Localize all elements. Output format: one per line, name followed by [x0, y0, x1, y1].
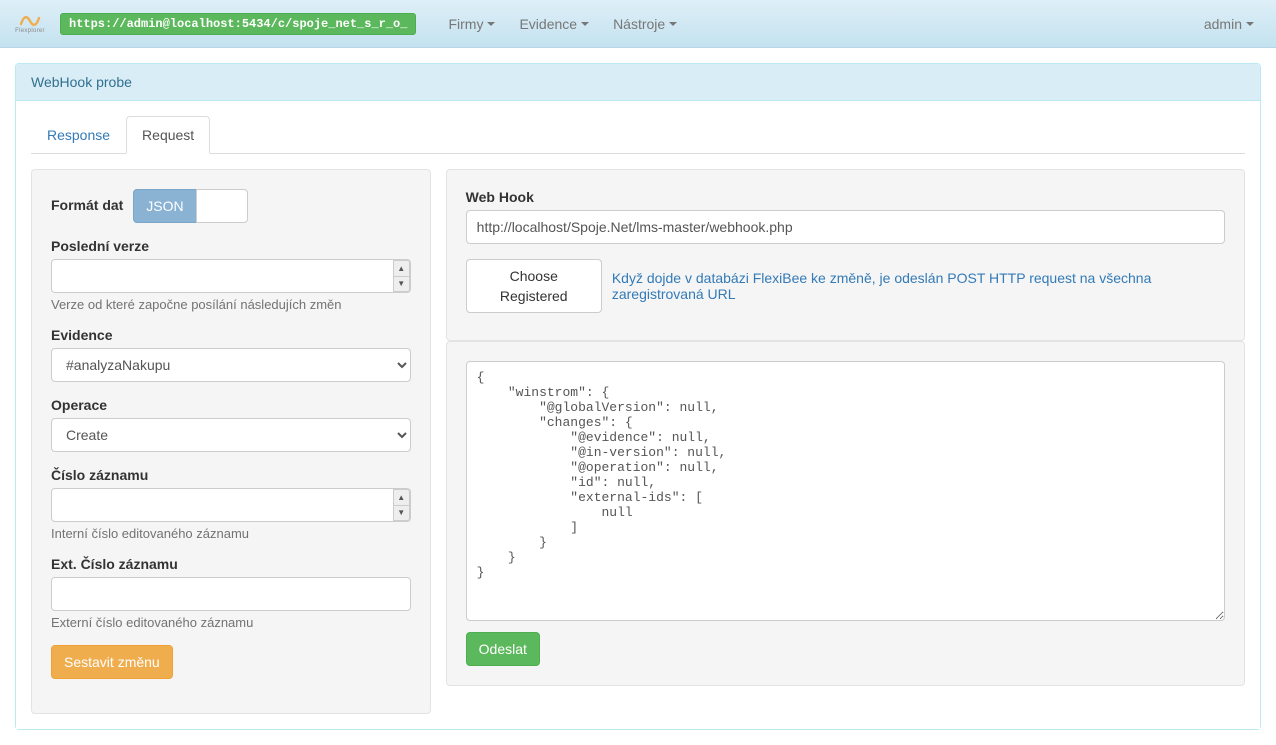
- version-help: Verze od které započne posílání následuj…: [51, 297, 411, 312]
- menu-firmy-label: Firmy: [448, 16, 483, 32]
- recid-label: Číslo záznamu: [51, 467, 148, 483]
- request-body-textarea[interactable]: [466, 361, 1225, 621]
- version-input[interactable]: [51, 259, 411, 293]
- operation-label: Operace: [51, 397, 107, 413]
- user-menu[interactable]: admin: [1192, 2, 1266, 46]
- version-step-up[interactable]: ▲: [393, 260, 410, 276]
- menu-nastroje-label: Nástroje: [613, 16, 665, 32]
- recid-help: Interní číslo editovaného záznamu: [51, 526, 411, 541]
- operation-select[interactable]: Create: [51, 418, 411, 452]
- extid-help: Externí číslo editovaného záznamu: [51, 615, 411, 630]
- evidence-select[interactable]: #analyzaNakupu: [51, 348, 411, 382]
- tab-request[interactable]: Request: [126, 116, 210, 154]
- tab-response-label: Response: [31, 116, 126, 154]
- tab-request-label: Request: [126, 116, 210, 154]
- brand-logo[interactable]: Flexplorer: [10, 9, 50, 39]
- top-navbar: Flexplorer https://admin@localhost:5434/…: [0, 0, 1276, 48]
- menu-evidence-label: Evidence: [519, 16, 577, 32]
- format-toggle: JSON: [133, 189, 247, 223]
- menu-firmy[interactable]: Firmy: [436, 2, 507, 46]
- main-panel: WebHook probe Response Request Formát da…: [15, 63, 1261, 730]
- recid-step-down[interactable]: ▼: [393, 505, 410, 522]
- user-menu-label: admin: [1204, 16, 1242, 32]
- format-label: Formát dat: [51, 197, 123, 213]
- evidence-label: Evidence: [51, 327, 112, 343]
- webhook-label: Web Hook: [466, 189, 534, 205]
- build-change-button[interactable]: Sestavit změnu: [51, 645, 173, 679]
- tabs: Response Request: [31, 116, 1245, 154]
- menu-nastroje[interactable]: Nástroje: [601, 2, 689, 46]
- main-menu: Firmy Evidence Nástroje: [436, 2, 689, 46]
- format-json-button[interactable]: JSON: [133, 189, 196, 223]
- version-label: Poslední verze: [51, 238, 149, 254]
- choose-registered-button[interactable]: Choose Registered: [466, 259, 602, 313]
- extid-input[interactable]: [51, 577, 411, 611]
- chevron-down-icon: [1246, 22, 1254, 26]
- send-button[interactable]: Odeslat: [466, 632, 540, 666]
- version-step-down[interactable]: ▼: [393, 276, 410, 293]
- request-form-well: Formát dat JSON Poslední verze: [31, 169, 431, 714]
- chevron-down-icon: [487, 22, 495, 26]
- extid-label: Ext. Číslo záznamu: [51, 556, 178, 572]
- user-menu-container: admin: [1192, 2, 1266, 46]
- request-body-well: Odeslat: [446, 341, 1245, 686]
- webhook-description: Když dojde v databázi FlexiBee ke změně,…: [612, 270, 1225, 302]
- chevron-down-icon: [669, 22, 677, 26]
- recid-input[interactable]: [51, 488, 411, 522]
- server-url-badge[interactable]: https://admin@localhost:5434/c/spoje_net…: [60, 13, 416, 35]
- format-xml-button[interactable]: [196, 189, 248, 223]
- webhook-well: Web Hook Choose Registered Když dojde v …: [446, 169, 1245, 341]
- webhook-url-input[interactable]: [466, 210, 1225, 244]
- menu-evidence[interactable]: Evidence: [507, 2, 601, 46]
- recid-step-up[interactable]: ▲: [393, 489, 410, 505]
- tab-response[interactable]: Response: [31, 116, 126, 154]
- panel-title: WebHook probe: [16, 64, 1260, 101]
- chevron-down-icon: [581, 22, 589, 26]
